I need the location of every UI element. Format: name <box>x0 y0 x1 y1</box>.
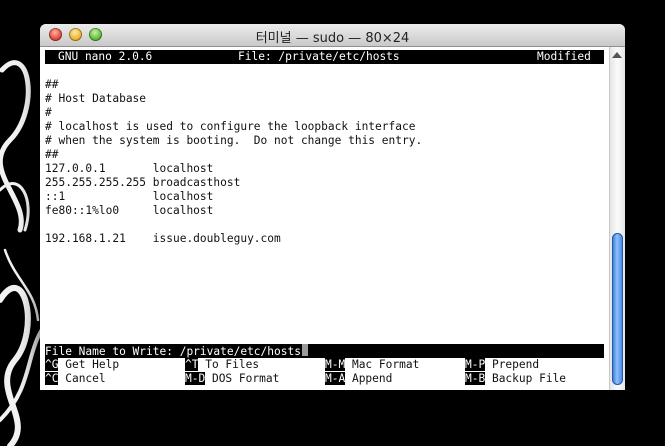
shortcut-append: M-A Append <box>325 372 392 386</box>
prompt-text: File Name to Write: /private/etc/hosts <box>45 345 301 358</box>
file-line: # localhost is used to configure the loo… <box>45 120 416 133</box>
shortcut-dos-format: M-D DOS Format <box>185 372 279 386</box>
file-line: # Host Database <box>45 92 147 105</box>
shortcut-prepend: M-P Prepend <box>465 358 539 372</box>
shortcut-label: DOS Format <box>205 372 280 385</box>
nano-modified-status: Modified <box>537 50 591 63</box>
file-line: # <box>45 106 52 119</box>
shortcut-label: Cancel <box>58 372 106 385</box>
file-line: ## <box>45 78 59 91</box>
shortcut-to-files: ^T To Files <box>185 358 259 372</box>
shortcut-key: M-P <box>465 358 486 371</box>
nano-header-bar: GNU nano 2.0.6 File: /private/etc/hosts … <box>45 50 604 64</box>
shortcut-key: ^G <box>45 358 59 371</box>
shortcut-key: M-A <box>325 372 346 385</box>
file-line: ::1 localhost <box>45 190 214 203</box>
shortcut-key: ^T <box>185 358 199 371</box>
shortcut-key: M-D <box>185 372 206 385</box>
file-line: # when the system is booting. Do not cha… <box>45 134 423 147</box>
shortcut-mac-format: M-M Mac Format <box>325 358 419 372</box>
shortcut-label: To Files <box>198 358 260 371</box>
vertical-scrollbar[interactable] <box>609 47 625 390</box>
scroll-up-arrow-icon[interactable] <box>612 52 622 58</box>
shortcut-label: Backup File <box>485 372 567 385</box>
shortcut-label: Append <box>345 372 393 385</box>
file-line: fe80::1%lo0 localhost <box>45 204 214 217</box>
file-line: 192.168.1.21 issue.doubleguy.com <box>45 232 281 245</box>
text-cursor <box>301 344 308 356</box>
terminal-window: 터미널 — sudo — 80×24 GNU nano 2.0.6 File: … <box>40 24 625 390</box>
shortcut-get-help: ^G Get Help <box>45 358 119 372</box>
nano-file-name: File: /private/etc/hosts <box>238 50 400 63</box>
shortcut-key: M-M <box>325 358 346 371</box>
scrollbar-thumb[interactable] <box>612 233 623 385</box>
shortcut-backup-file: M-B Backup File <box>465 372 566 386</box>
file-line: 127.0.0.1 localhost <box>45 162 214 175</box>
shortcut-label: Get Help <box>58 358 120 371</box>
shortcut-key: ^C <box>45 372 59 385</box>
shortcut-cancel: ^C Cancel <box>45 372 106 386</box>
terminal-view[interactable]: GNU nano 2.0.6 File: /private/etc/hosts … <box>40 47 610 390</box>
shortcut-label: Mac Format <box>345 358 420 371</box>
file-line: 255.255.255.255 broadcasthost <box>45 176 241 189</box>
shortcut-key: M-B <box>465 372 486 385</box>
title-bar[interactable]: 터미널 — sudo — 80×24 <box>40 24 625 47</box>
write-filename-prompt[interactable]: File Name to Write: /private/etc/hosts <box>45 344 604 358</box>
shortcut-label: Prepend <box>485 358 540 371</box>
nano-version: GNU nano 2.0.6 <box>58 50 153 63</box>
file-line: ## <box>45 148 59 161</box>
window-title: 터미널 — sudo — 80×24 <box>255 31 410 46</box>
